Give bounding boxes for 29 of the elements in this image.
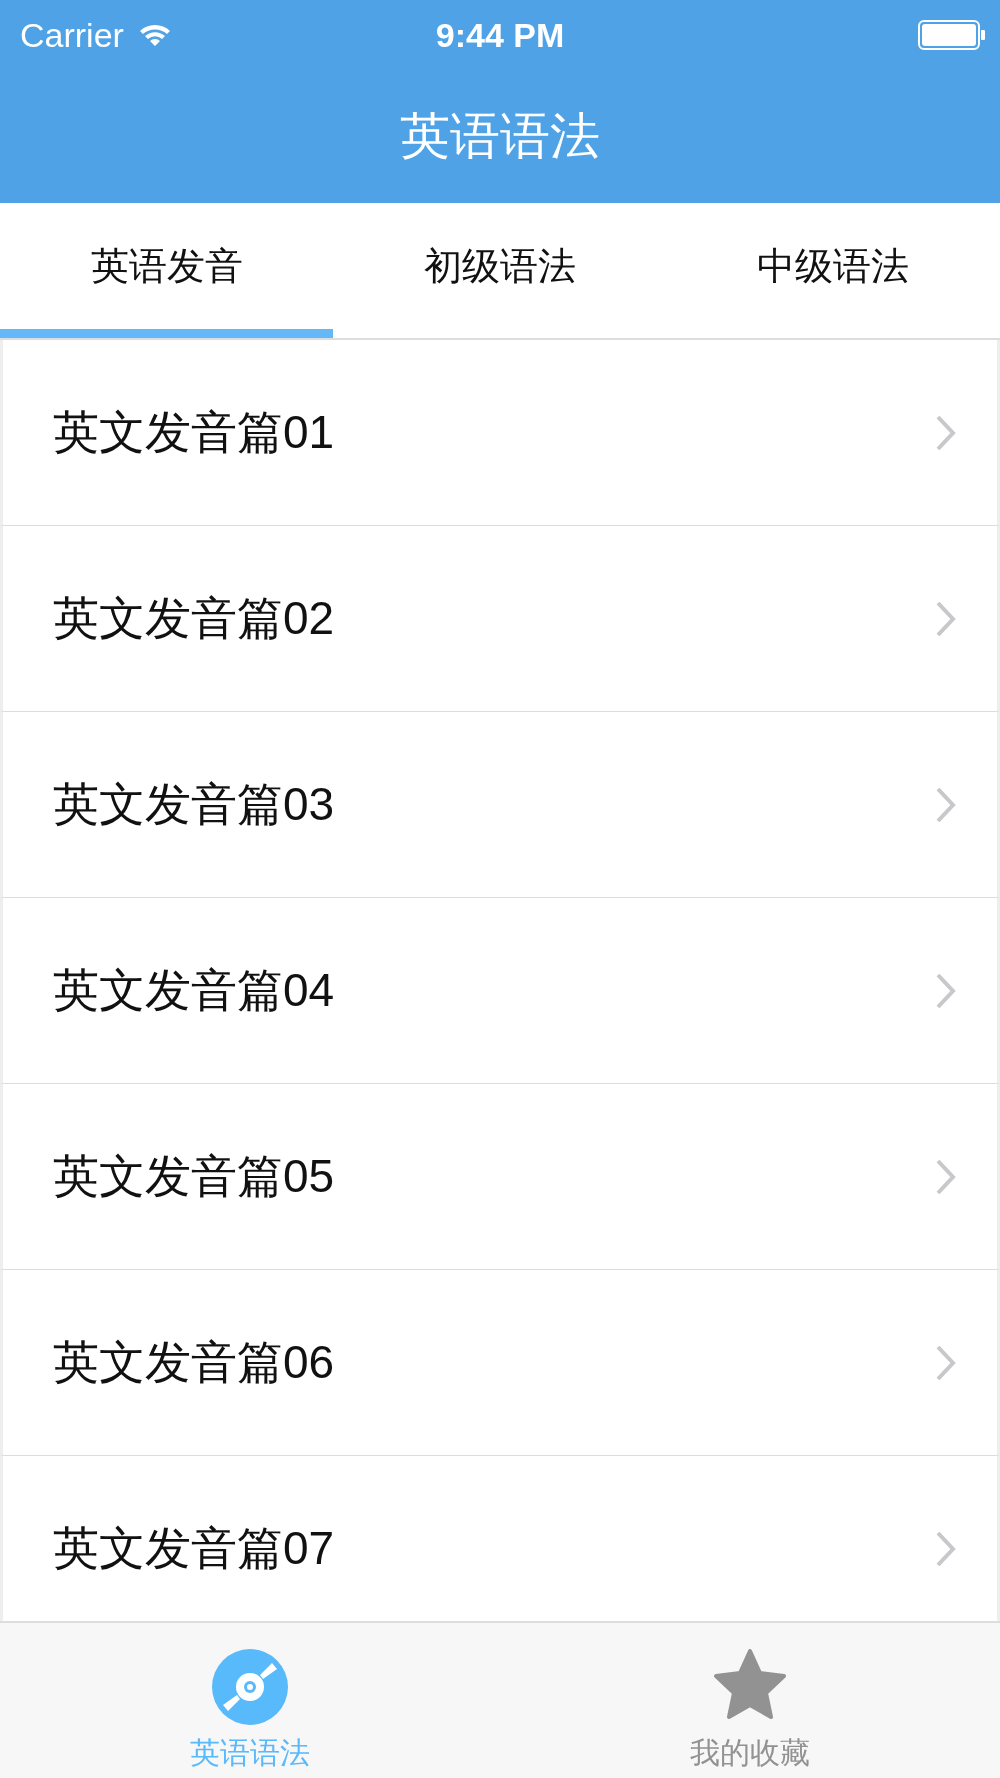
list-row[interactable]: 英文发音篇06	[0, 1270, 1000, 1456]
segment-tab[interactable]: 英语发音	[0, 203, 334, 338]
disc-icon	[212, 1649, 288, 1725]
segment-tab[interactable]: 中级语法	[666, 203, 1000, 338]
list-row[interactable]: 英文发音篇05	[0, 1084, 1000, 1270]
row-title: 英文发音篇03	[53, 776, 336, 832]
carrier-label: Carrier	[20, 15, 124, 55]
row-title: 英文发音篇07	[53, 1520, 336, 1576]
list-row[interactable]: 英文发音篇04	[0, 898, 1000, 1084]
list-row[interactable]: 英文发音篇07	[0, 1456, 1000, 1621]
row-title: 英文发音篇05	[53, 1148, 336, 1204]
time-label: 9:44 PM	[435, 15, 565, 54]
chevron-icon	[935, 1157, 957, 1196]
row-title: 英文发音篇06	[53, 1334, 336, 1390]
chevron-icon	[935, 785, 957, 824]
chevron-icon	[935, 1529, 957, 1568]
battery-icon	[918, 20, 986, 50]
row-title: 英文发音篇04	[53, 962, 336, 1018]
screen-title: 英语语法	[400, 107, 600, 166]
list-row[interactable]: 英文发音篇03	[0, 712, 1000, 898]
list-row[interactable]: 英文发音篇01	[0, 340, 1000, 526]
chevron-icon	[935, 599, 957, 638]
chevron-icon	[935, 413, 957, 452]
list-row[interactable]: 英文发音篇02	[0, 526, 1000, 712]
chevron-icon	[935, 971, 957, 1010]
chevron-icon	[935, 1343, 957, 1382]
segment-tab[interactable]: 初级语法	[333, 203, 667, 338]
row-title: 英文发音篇01	[53, 404, 336, 460]
row-title: 英文发音篇02	[53, 590, 336, 646]
